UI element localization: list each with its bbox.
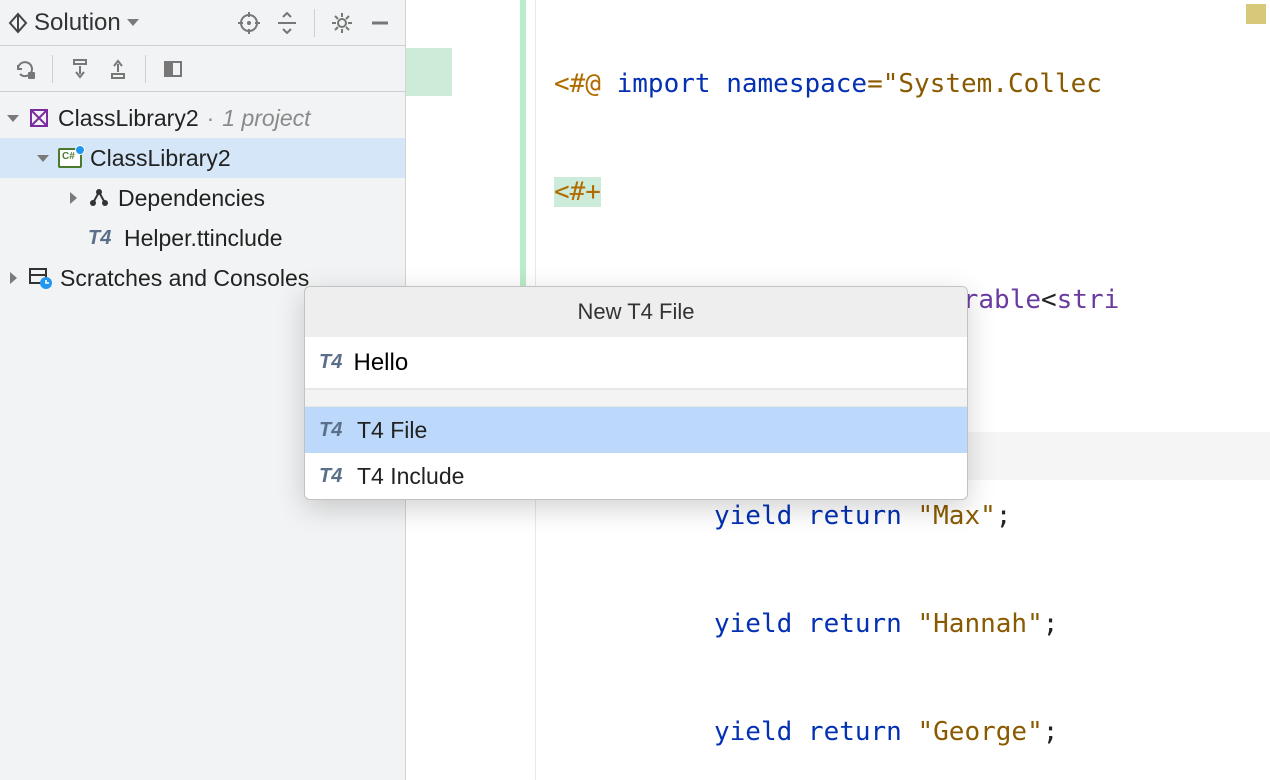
tree-row-project[interactable]: ClassLibrary2: [0, 138, 405, 178]
toolbar-separator: [314, 9, 315, 37]
popup-separator: [305, 389, 967, 407]
csharp-project-icon: [58, 148, 82, 168]
code-line: <#+: [554, 168, 1270, 216]
tree-label: Helper.ttinclude: [124, 225, 283, 252]
popup-item-label: T4 Include: [357, 463, 464, 490]
code-line: <#@ import namespace ="System.Collec: [554, 60, 1270, 108]
chevron-down-icon: [127, 19, 139, 26]
tree-sep: ·: [207, 105, 215, 132]
tree-row-helper[interactable]: T4 Helper.ttinclude: [0, 218, 405, 258]
solution-subtoolbar: [0, 46, 405, 92]
popup-item-t4-include[interactable]: T4 T4 Include: [305, 453, 967, 499]
t4-file-icon: T4: [319, 351, 345, 374]
tree-label: ClassLibrary2: [58, 105, 199, 132]
panel-title-area[interactable]: Solution: [8, 9, 139, 37]
gear-icon[interactable]: [325, 6, 359, 40]
scratches-icon: [28, 267, 52, 289]
popup-filename-row[interactable]: T4: [305, 337, 967, 389]
minimize-icon[interactable]: [363, 6, 397, 40]
new-file-popup: New T4 File T4 T4 T4 File T4 T4 Include: [304, 286, 968, 500]
code-line: yield return "George";: [554, 708, 1270, 756]
code-line: yield return "Hannah";: [554, 600, 1270, 648]
popup-item-t4-file[interactable]: T4 T4 File: [305, 407, 967, 453]
t4-file-icon: T4: [319, 465, 347, 488]
t4-file-icon: T4: [319, 419, 347, 442]
chevron-right-icon: [70, 192, 77, 204]
tree-row-solution[interactable]: ClassLibrary2 · 1 project: [0, 98, 405, 138]
popup-filename-input[interactable]: [353, 349, 953, 377]
preview-icon[interactable]: [156, 52, 190, 86]
tree-label: Dependencies: [118, 185, 265, 212]
solution-toolbar: Solution: [0, 0, 405, 46]
collapse-all-icon[interactable]: [270, 6, 304, 40]
panel-title: Solution: [34, 9, 121, 37]
t4-file-icon: T4: [88, 227, 116, 250]
solution-node-icon: [28, 107, 50, 129]
gutter-active-block: [406, 48, 452, 96]
chevron-right-icon: [10, 272, 17, 284]
tree-label: Scratches and Consoles: [60, 265, 309, 292]
popup-title: New T4 File: [305, 287, 967, 337]
toolbar-separator: [145, 55, 146, 83]
dependencies-icon: [88, 187, 110, 209]
tree-label: ClassLibrary2: [90, 145, 231, 172]
chevron-down-icon: [37, 155, 49, 162]
sync-icon[interactable]: [8, 52, 42, 86]
tree-meta: 1 project: [222, 105, 310, 132]
toolbar-separator: [52, 55, 53, 83]
expand-up-icon[interactable]: [101, 52, 135, 86]
target-icon[interactable]: [232, 6, 266, 40]
analysis-marker-icon[interactable]: [1246, 4, 1266, 24]
solution-tree[interactable]: ClassLibrary2 · 1 project ClassLibrary2 …: [0, 92, 405, 304]
editor-selection-bg: [946, 432, 1270, 480]
solution-icon: [8, 12, 28, 34]
popup-item-label: T4 File: [357, 417, 427, 444]
expand-down-icon[interactable]: [63, 52, 97, 86]
tree-row-dependencies[interactable]: Dependencies: [0, 178, 405, 218]
chevron-down-icon: [7, 115, 19, 122]
